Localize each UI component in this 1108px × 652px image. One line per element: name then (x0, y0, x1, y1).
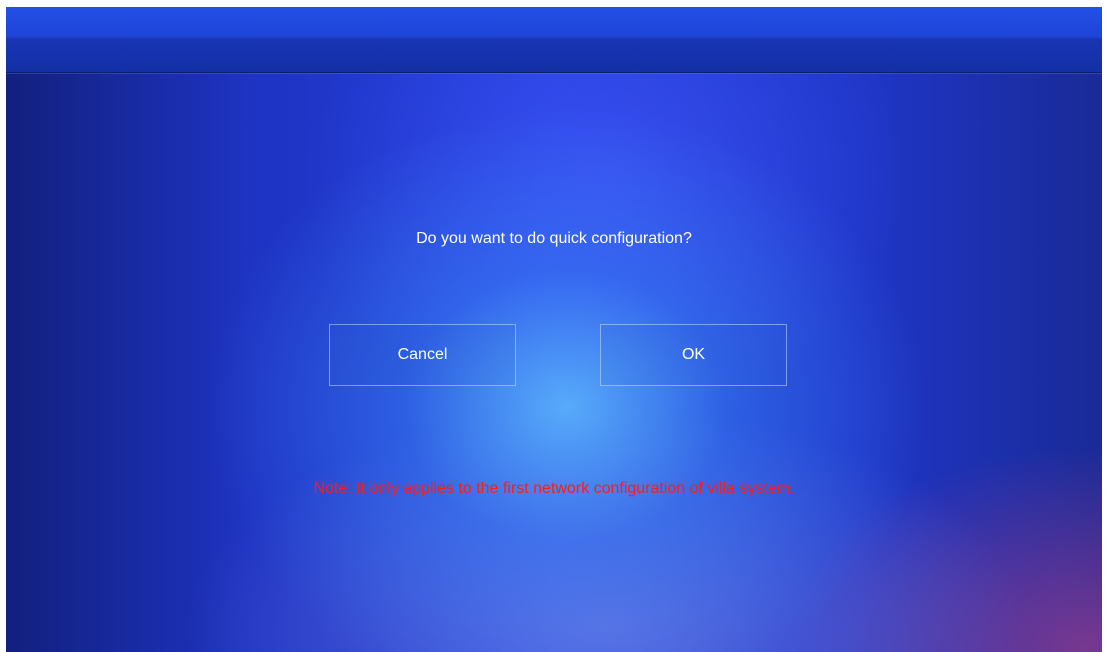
note-text: Note: It only applies to the first netwo… (313, 480, 795, 497)
cancel-button[interactable]: Cancel (329, 324, 516, 386)
dialog-question: Do you want to do quick configuration? (416, 230, 692, 247)
ok-button[interactable]: OK (600, 324, 787, 386)
ok-button-label: OK (681, 346, 706, 363)
top-bar (6, 7, 1102, 73)
cancel-button-label: Cancel (397, 346, 448, 363)
quick-config-screen: Do you want to do quick configuration? C… (6, 7, 1102, 652)
